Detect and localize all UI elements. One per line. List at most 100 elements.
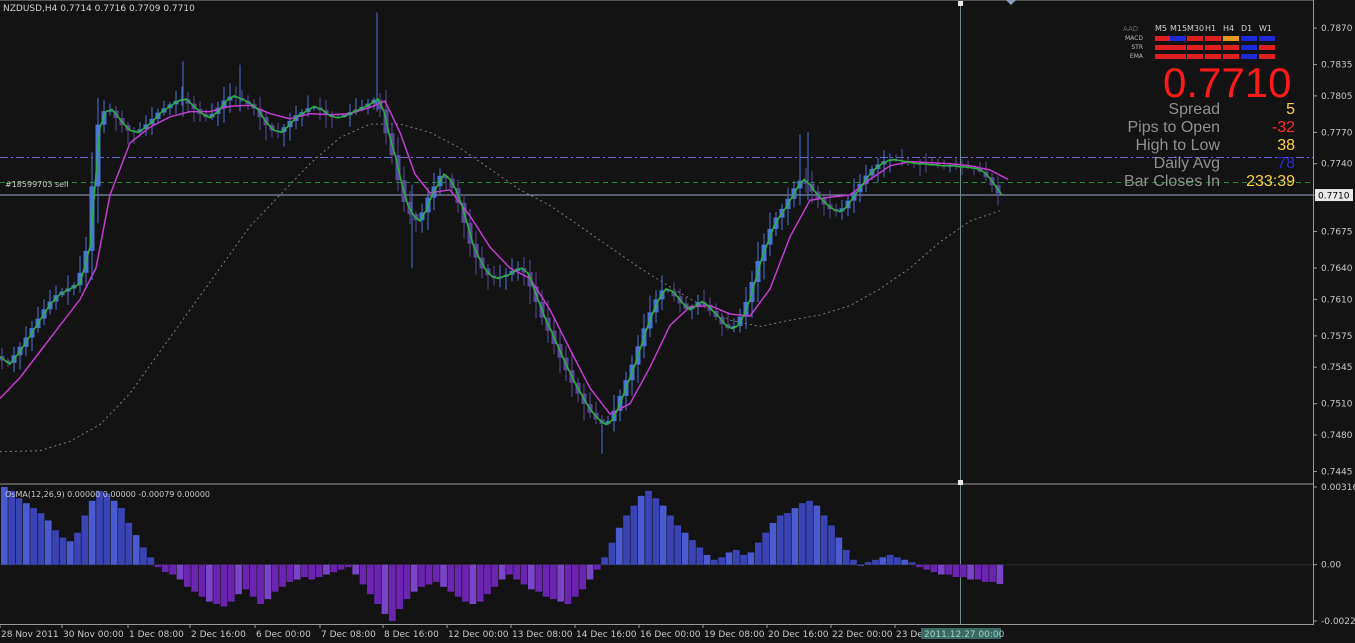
osma-bar [162, 564, 169, 573]
osma-bar [886, 554, 894, 565]
osma-bar [271, 564, 279, 592]
stat-row: High to Low 38 [1125, 137, 1296, 155]
osma-bar [418, 564, 425, 587]
osma-bar [981, 564, 989, 582]
osma-bar [15, 498, 23, 565]
osma-bar [586, 564, 594, 580]
osma-bar [894, 557, 901, 565]
x-tick-label: 6 Dec 00:00 [256, 630, 311, 640]
osma-y-tick-label: -0.00229 [1321, 617, 1355, 627]
osma-bar [696, 547, 704, 565]
stat-label: Spread [1168, 101, 1220, 118]
osma-bar [711, 559, 718, 565]
osma-bar [484, 564, 491, 595]
osma-bar [66, 541, 74, 565]
indicator-cell [1187, 45, 1203, 50]
y-tick-label: 0.7610 [1321, 295, 1353, 305]
osma-bar [615, 527, 623, 565]
osma-bar [850, 559, 857, 565]
osma-bar [762, 532, 769, 565]
x-tick-label: 16 Dec 00:00 [640, 630, 701, 640]
osma-bar [564, 564, 572, 604]
osma-bar [410, 564, 418, 592]
crosshair-handle-bottom[interactable] [958, 480, 963, 485]
x-tick-label: 2 Dec 16:00 [191, 630, 246, 640]
osma-bar [645, 490, 652, 565]
indicator-cell [1155, 36, 1171, 41]
osma-bar [96, 490, 103, 565]
osma-bar [520, 564, 528, 585]
osma-bar [140, 547, 147, 565]
y-tick-label: 0.7805 [1321, 92, 1353, 102]
stat-value: 38 [1277, 137, 1295, 154]
timeframe-header-h1: H1 [1205, 24, 1217, 33]
x-tick-label: 28 Nov 2011 [1, 630, 59, 640]
osma-bar [608, 542, 616, 565]
osma-bar [557, 564, 564, 602]
stat-label: High to Low [1135, 137, 1221, 154]
osma-bar [191, 564, 198, 592]
osma-bar [842, 549, 850, 565]
stat-row: Daily Avg 78 [1125, 155, 1295, 173]
y-tick-label: 0.7575 [1321, 332, 1353, 342]
indicator-cell [1241, 36, 1257, 41]
osma-bar [703, 554, 711, 565]
osma-bar [293, 564, 301, 580]
indicator-cell [1241, 45, 1257, 50]
osma-bar [996, 564, 1004, 585]
osma-bar [813, 505, 821, 565]
osma-bar [206, 564, 213, 602]
osma-bar [864, 562, 872, 565]
y-tick-label: 0.7835 [1321, 61, 1353, 71]
osma-bar [462, 564, 469, 602]
osma-bar [154, 564, 162, 568]
osma-bar [359, 564, 367, 585]
osma-bar [249, 564, 257, 597]
indicator-cell [1223, 45, 1239, 50]
stat-label: Daily Avg [1153, 155, 1220, 172]
timeframe-header-m30: M30 [1187, 24, 1205, 33]
osma-bar [491, 564, 499, 587]
osma-bar [257, 564, 264, 604]
osma-bar [440, 564, 447, 587]
osma-bar [30, 508, 37, 565]
osma-bar [784, 513, 791, 565]
osma-bar [242, 564, 250, 590]
osma-bar [81, 515, 89, 565]
osma-bar [930, 564, 938, 573]
osma-bar [835, 537, 843, 565]
crosshair-handle-top[interactable] [958, 1, 963, 6]
osma-bar [279, 564, 286, 587]
osma-bar [623, 515, 630, 565]
y-tick-label: 0.7675 [1321, 228, 1353, 238]
osma-y-tick-label: 0.00 [1321, 561, 1341, 571]
osma-bar [447, 564, 455, 592]
indicator-cell [1205, 36, 1221, 41]
x-tick-label: 12 Dec 00:00 [448, 630, 509, 640]
current-price-tag-label: 0.7710 [1318, 192, 1350, 202]
indicator-row-label: MACD [1125, 35, 1143, 42]
big-price: 0.7710 [1163, 59, 1292, 106]
osma-bar [176, 564, 184, 580]
osma-bar [945, 564, 952, 575]
osma-bar [227, 564, 235, 602]
stat-value: 78 [1277, 155, 1295, 172]
osma-bar [198, 564, 206, 597]
x-tick-label: 1 Dec 08:00 [129, 630, 184, 640]
osma-bar [389, 564, 396, 621]
osma-bar [689, 540, 696, 565]
osma-bar [88, 500, 96, 565]
osma-bar [755, 542, 762, 565]
indicator-cell [1259, 36, 1275, 41]
osma-bar [674, 525, 682, 565]
indicator-cell [1170, 45, 1186, 50]
osma-bar [308, 564, 316, 580]
order-line-label: #18599703 sell [5, 180, 69, 189]
osma-bar [916, 564, 923, 568]
osma-bar [132, 535, 140, 565]
x-tick-label: 13 Dec 08:00 [512, 630, 573, 640]
osma-bar [659, 505, 667, 565]
timeframe-header-w1: W1 [1259, 24, 1272, 33]
indicator-cell [1205, 45, 1221, 50]
osma-bar [681, 532, 689, 565]
